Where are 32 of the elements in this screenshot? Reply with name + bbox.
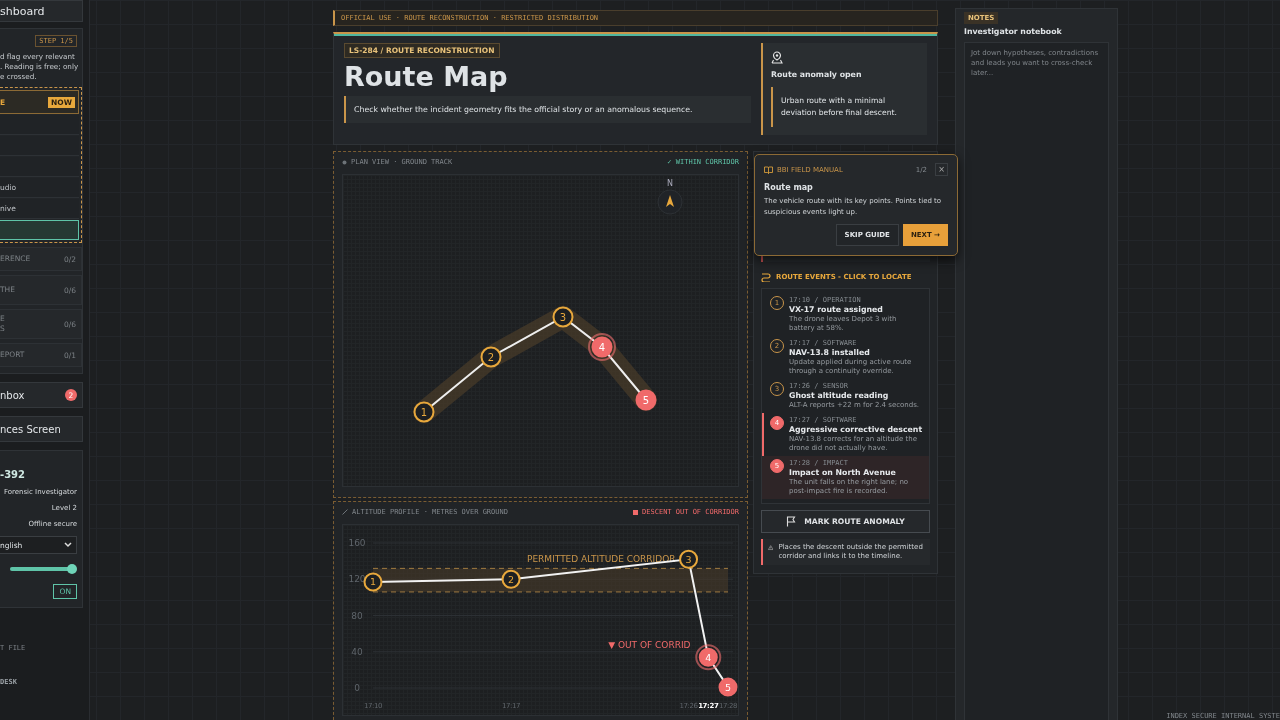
chevron-icon xyxy=(64,542,72,548)
sub-step-item[interactable] xyxy=(0,220,79,240)
dashboard-button[interactable]: shboard xyxy=(0,0,83,22)
y-tick-label: 120 xyxy=(348,574,366,585)
y-tick-label: 80 xyxy=(351,610,363,621)
alert-flag-icon xyxy=(633,509,639,515)
compass-icon xyxy=(657,189,683,215)
trend-icon xyxy=(342,509,348,515)
flag-icon xyxy=(786,516,797,527)
volume-slider[interactable] xyxy=(10,567,77,571)
warning-icon xyxy=(768,543,774,552)
altitude-point[interactable]: 2 xyxy=(501,569,521,589)
y-tick-label: 40 xyxy=(351,646,363,657)
guide-title: Route map xyxy=(764,183,814,192)
profile-id: -392 xyxy=(0,469,27,480)
out-of-corridor-label: ▼ OUT OF CORRID xyxy=(608,640,691,651)
route-point[interactable]: 1 xyxy=(413,401,435,423)
corridor-label: PERMITTED ALTITUDE CORRIDOR xyxy=(527,554,676,565)
dot-icon xyxy=(342,159,347,165)
map-pin-icon xyxy=(771,51,783,64)
y-tick-label: 0 xyxy=(354,683,360,693)
y-tick-label: 160 xyxy=(348,538,366,548)
north-label: N xyxy=(667,179,673,188)
route-icon xyxy=(761,272,771,282)
altitude-point[interactable]: 1 xyxy=(363,572,383,592)
evidence-screen-button[interactable]: nces Screen xyxy=(0,416,83,442)
altitude-point[interactable]: 3 xyxy=(679,549,699,569)
book-icon xyxy=(764,165,773,174)
page-title: Route Map xyxy=(344,61,508,93)
route-point[interactable]: 3 xyxy=(552,306,574,328)
close-button[interactable]: × xyxy=(935,163,948,176)
route-point[interactable]: 2 xyxy=(480,346,502,368)
